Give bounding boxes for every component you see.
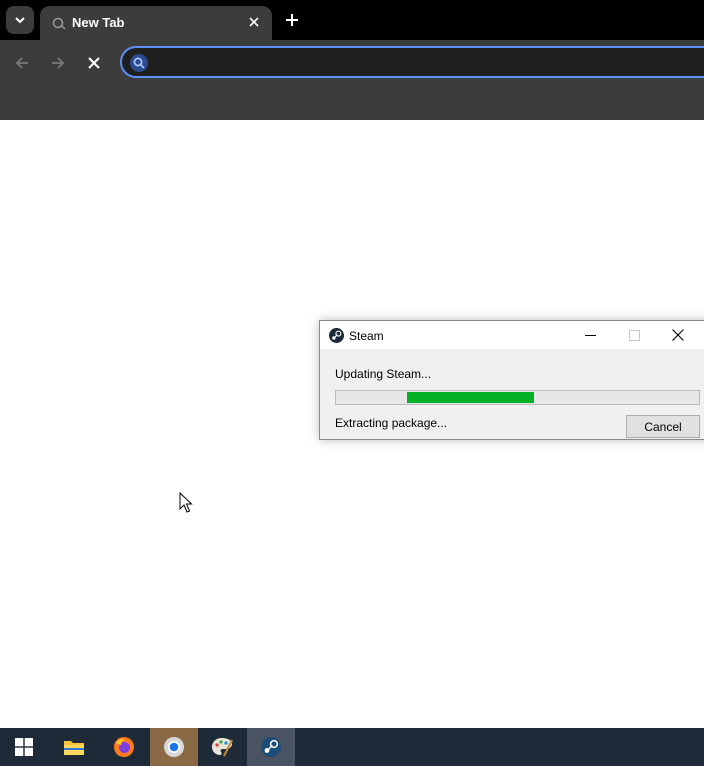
close-icon	[88, 57, 100, 69]
chevron-down-icon	[15, 17, 25, 24]
start-button[interactable]	[0, 728, 48, 766]
close-icon	[249, 17, 259, 27]
address-input[interactable]	[156, 52, 700, 74]
taskbar-paint[interactable]	[198, 728, 246, 766]
taskbar-chrome[interactable]	[150, 728, 198, 766]
steam-update-dialog: Steam Updating Steam... Extracting packa…	[319, 320, 704, 440]
forward-button[interactable]	[45, 50, 71, 76]
minimize-icon	[584, 334, 596, 336]
maximize-icon	[628, 329, 640, 341]
maximize-button	[612, 321, 656, 349]
tab-title: New Tab	[72, 15, 125, 30]
firefox-icon	[114, 737, 134, 757]
tab-new-tab[interactable]: New Tab	[40, 6, 272, 40]
taskbar-firefox[interactable]	[100, 728, 148, 766]
browser-tabstrip: New Tab	[0, 0, 704, 40]
close-button[interactable]	[656, 321, 700, 349]
update-status-text: Updating Steam...	[335, 367, 432, 381]
tab-close-button[interactable]	[244, 12, 264, 32]
minimize-button[interactable]	[568, 321, 612, 349]
chrome-icon	[164, 737, 184, 757]
progress-fill	[406, 392, 534, 403]
steam-icon	[329, 328, 344, 343]
windows-icon	[15, 738, 33, 756]
search-icon	[130, 54, 148, 72]
browser-toolbar	[0, 40, 704, 86]
update-detail-text: Extracting package...	[335, 416, 448, 430]
update-progress-bar	[335, 390, 700, 405]
stop-loading-button[interactable]	[81, 50, 107, 76]
dialog-titlebar[interactable]: Steam	[320, 321, 704, 349]
tab-search-button[interactable]	[6, 6, 34, 34]
dialog-title: Steam	[349, 329, 384, 343]
mouse-cursor-icon	[179, 492, 193, 513]
palette-icon	[212, 738, 233, 757]
arrow-left-icon	[15, 57, 28, 69]
arrow-right-icon	[52, 57, 65, 69]
new-tab-button[interactable]	[280, 8, 304, 32]
taskbar	[0, 728, 704, 766]
folder-icon	[64, 741, 84, 755]
loading-globe-icon	[52, 17, 66, 30]
back-button[interactable]	[9, 50, 35, 76]
address-bar[interactable]	[120, 46, 704, 78]
taskbar-file-explorer[interactable]	[50, 728, 98, 766]
close-icon	[672, 329, 684, 341]
cancel-button[interactable]: Cancel	[626, 415, 700, 438]
taskbar-steam[interactable]	[247, 728, 295, 766]
bookmarks-bar	[0, 86, 704, 120]
steam-icon	[261, 737, 281, 757]
plus-icon	[286, 14, 298, 26]
